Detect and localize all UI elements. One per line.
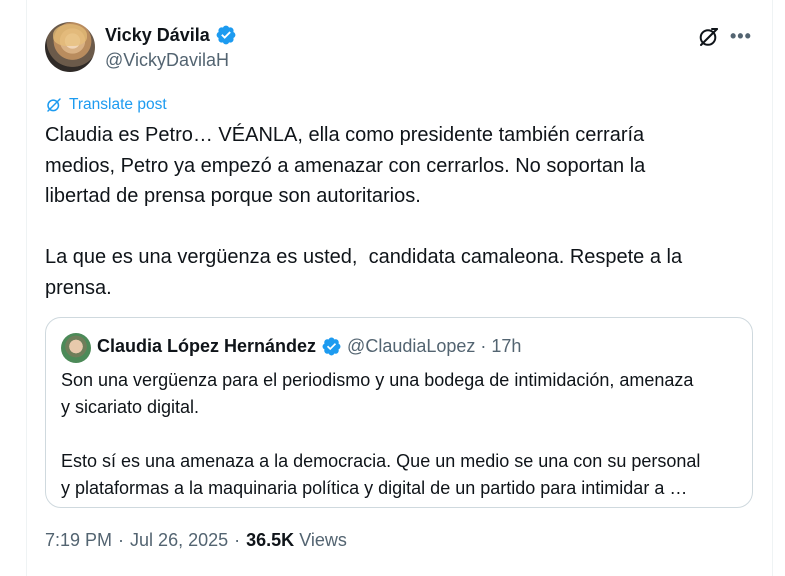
author-display-name[interactable]: Vicky Dávila [105,25,210,46]
tweet-meta: 7:19 PM · Jul 26, 2025 · 36.5K Views [45,530,347,551]
quoted-header: Claudia López Hernández @ClaudiaLopez · … [97,336,521,357]
quoted-tweet[interactable]: Claudia López Hernández @ClaudiaLopez · … [45,317,753,508]
more-icon[interactable]: ••• [730,26,752,47]
quoted-display-name: Claudia López Hernández [97,336,317,356]
translate-icon [47,98,61,112]
quoted-timestamp: 17h [491,336,522,356]
translate-label: Translate post [69,96,167,113]
quoted-text: Son una vergüenza para el periodismo y u… [61,370,701,498]
quoted-handle: @ClaudiaLopez [347,336,476,356]
meta-separator: · [118,530,125,550]
meta-separator: · [234,530,241,550]
grok-icon[interactable] [697,25,721,49]
translate-link[interactable]: Translate post [45,96,167,114]
verified-badge-icon [322,337,341,356]
views-count: 36.5K [246,530,295,550]
verified-badge-icon [216,25,236,45]
quoted-separator: · [480,336,487,356]
views-label: Views [299,530,347,550]
tweet-text: Claudia es Petro… VÉANLA, ella como pres… [45,124,683,299]
tweet-time[interactable]: 7:19 PM [45,530,112,551]
author-avatar[interactable] [45,22,95,72]
author-handle[interactable]: @VickyDavilaH [105,50,229,71]
quoted-avatar [61,333,91,363]
author-name-line: Vicky Dávila [105,24,237,46]
tweet-date[interactable]: Jul 26, 2025 [130,530,228,551]
